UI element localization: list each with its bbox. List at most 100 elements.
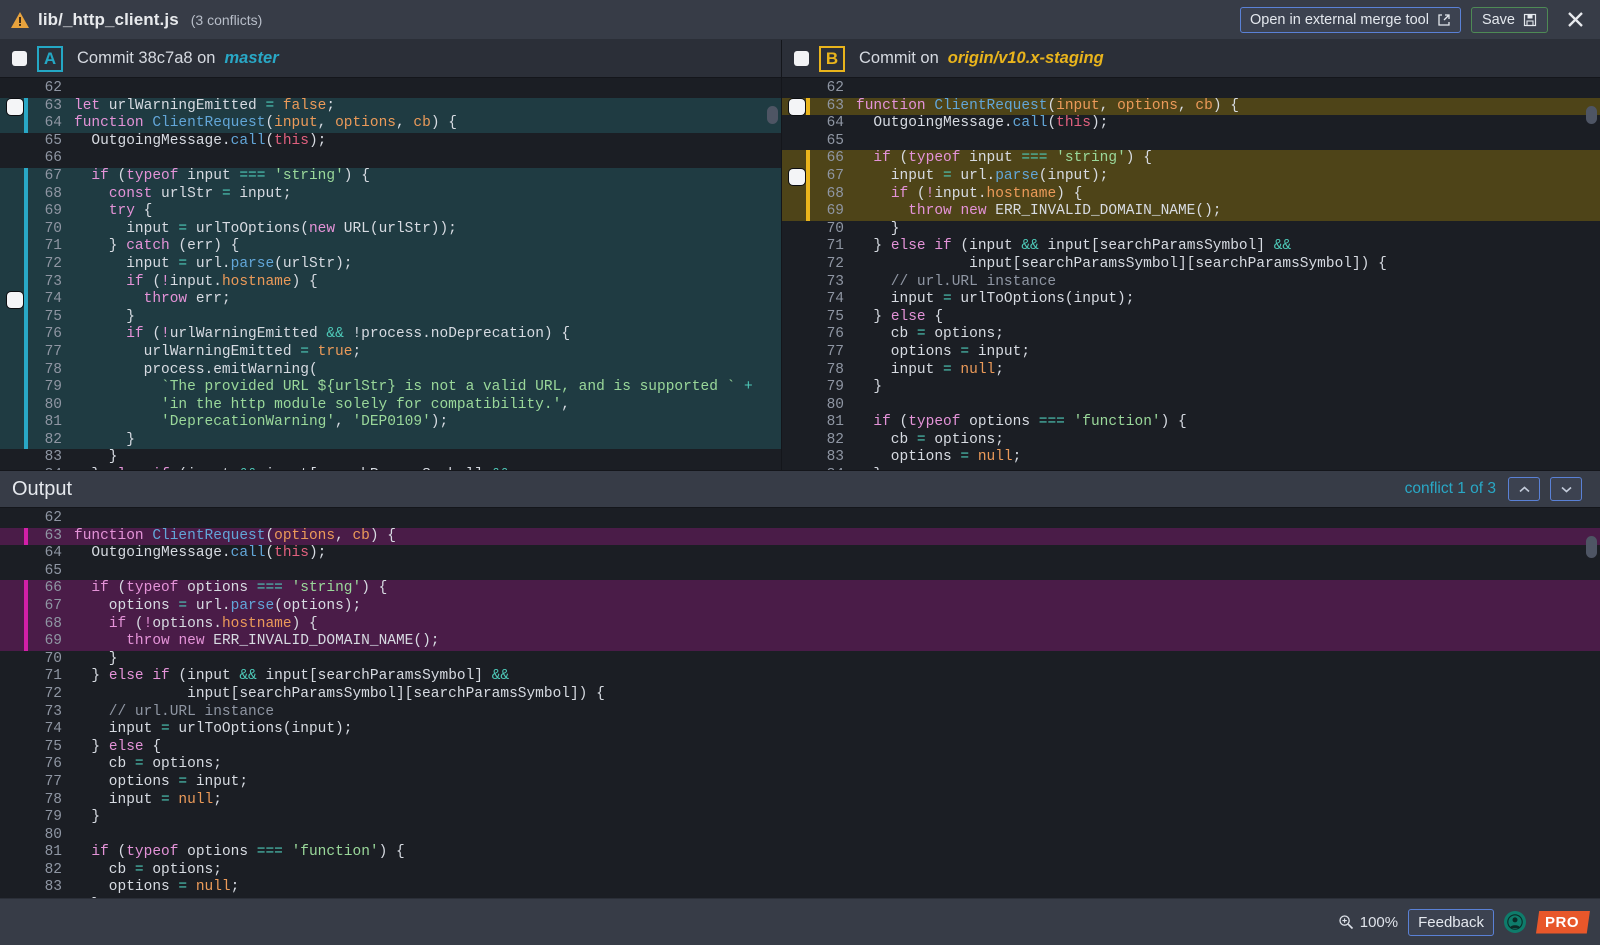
code-line: 78 input = null;: [782, 362, 1600, 380]
code-line: 73 // url.URL instance: [782, 274, 1600, 292]
code-text: const urlStr = input;: [72, 186, 292, 204]
pane-a-select-all-checkbox[interactable]: [12, 51, 27, 66]
external-link-icon: [1437, 13, 1451, 27]
output-vertical-scrollbar-thumb[interactable]: [1586, 536, 1597, 558]
code-line: 79 `The provided URL ${urlStr} is not a …: [0, 379, 781, 397]
feedback-button[interactable]: Feedback: [1408, 909, 1494, 936]
line-number: 70: [0, 651, 72, 669]
code-text: input[searchParamsSymbol][searchParamsSy…: [72, 686, 605, 704]
code-text: }: [854, 379, 882, 397]
code-text: 'DeprecationWarning', 'DEP0109');: [72, 414, 448, 432]
line-number: 83: [782, 449, 854, 467]
line-number: 78: [0, 792, 72, 810]
pane-b-vertical-scrollbar-thumb[interactable]: [1586, 106, 1597, 124]
pane-a-branch: master: [225, 49, 279, 68]
code-text: if (!options.hostname) {: [72, 616, 318, 634]
pane-a-header: A Commit 38c7a8 on master: [0, 40, 782, 78]
code-line: 68 const urlStr = input;: [0, 186, 781, 204]
pane-b-select-all-checkbox[interactable]: [794, 51, 809, 66]
conflict-marker: [806, 168, 810, 186]
code-line: 66: [0, 150, 781, 168]
code-text: }: [854, 221, 900, 239]
code-line: 70 }: [782, 221, 1600, 239]
line-number: 77: [0, 344, 72, 362]
code-line: 81 'DeprecationWarning', 'DEP0109');: [0, 414, 781, 432]
save-label: Save: [1482, 12, 1515, 28]
line-number: 67: [0, 598, 72, 616]
pane-b-code-view[interactable]: 6263function ClientRequest(input, option…: [782, 78, 1600, 470]
code-line: 83 options = null;: [0, 879, 1600, 897]
line-number: 66: [782, 150, 854, 168]
pane-b-conflict-checkbox[interactable]: [789, 99, 805, 115]
chevron-up-icon: [1518, 485, 1531, 494]
pane-a-conflict-checkbox[interactable]: [7, 292, 23, 308]
line-number: 64: [0, 545, 72, 563]
code-text: if (typeof options === 'function') {: [854, 414, 1187, 432]
code-text: input = null;: [72, 792, 222, 810]
close-icon: [1566, 10, 1585, 29]
line-number: 82: [782, 432, 854, 450]
open-in-external-merge-tool-button[interactable]: Open in external merge tool: [1240, 7, 1461, 33]
line-number: 65: [782, 133, 854, 151]
code-line: 71 } else if (input && input[searchParam…: [782, 238, 1600, 256]
line-number: 82: [0, 432, 72, 450]
code-text: [854, 397, 856, 415]
conflict-marker: [806, 98, 810, 116]
code-line: 63function ClientRequest(input, options,…: [782, 98, 1600, 116]
line-number: 78: [782, 362, 854, 380]
code-text: [72, 563, 74, 581]
conflict-marker: [806, 203, 810, 221]
conflict-marker: [24, 397, 28, 415]
close-button[interactable]: [1560, 5, 1590, 35]
line-number: 70: [0, 221, 72, 239]
line-number: 70: [782, 221, 854, 239]
pane-a-vertical-scrollbar-thumb[interactable]: [767, 106, 778, 124]
code-text: input[searchParamsSymbol][searchParamsSy…: [854, 256, 1387, 274]
code-text: input = urlToOptions(new URL(urlStr));: [72, 221, 457, 239]
file-name: lib/_http_client.js: [38, 10, 179, 30]
line-number: 71: [782, 238, 854, 256]
zoom-level-control[interactable]: 100%: [1338, 914, 1398, 931]
code-line: 78 input = null;: [0, 792, 1600, 810]
code-line: 76 if (!urlWarningEmitted && !process.no…: [0, 326, 781, 344]
line-number: 76: [0, 326, 72, 344]
account-avatar-icon[interactable]: [1504, 911, 1526, 933]
line-number: 83: [0, 449, 72, 467]
code-line: 80: [0, 827, 1600, 845]
code-text: if (!input.hostname) {: [854, 186, 1082, 204]
conflict-marker: [24, 203, 28, 221]
output-code-view[interactable]: 6263function ClientRequest(options, cb) …: [0, 508, 1600, 898]
code-line: 64 OutgoingMessage.call(this);: [0, 545, 1600, 563]
pane-a-conflict-checkbox[interactable]: [7, 99, 23, 115]
save-button[interactable]: Save: [1471, 7, 1548, 33]
code-line: 63function ClientRequest(options, cb) {: [0, 528, 1600, 546]
line-number: 75: [0, 309, 72, 327]
code-text: input = urlToOptions(input);: [72, 721, 352, 739]
code-text: options = null;: [72, 879, 239, 897]
code-line: 70 input = urlToOptions(new URL(urlStr))…: [0, 221, 781, 239]
conflict-marker: [24, 274, 28, 292]
line-number: 81: [782, 414, 854, 432]
previous-conflict-button[interactable]: [1508, 477, 1540, 501]
line-number: 73: [782, 274, 854, 292]
pane-a-code-view[interactable]: 6263let urlWarningEmitted = false;64func…: [0, 78, 782, 470]
code-text: OutgoingMessage.call(this);: [72, 545, 326, 563]
pro-badge[interactable]: PRO: [1536, 911, 1590, 934]
code-text: } else {: [854, 309, 943, 327]
pane-b-header: B Commit on origin/v10.x-staging: [782, 40, 1600, 78]
code-line: 65: [0, 563, 1600, 581]
code-line: 74 input = urlToOptions(input);: [782, 291, 1600, 309]
line-number: 79: [0, 809, 72, 827]
conflict-marker: [806, 150, 810, 168]
next-conflict-button[interactable]: [1550, 477, 1582, 501]
code-text: if (!urlWarningEmitted && !process.noDep…: [72, 326, 570, 344]
code-text: }: [72, 432, 135, 450]
line-number: 66: [0, 580, 72, 598]
conflict-marker: [24, 580, 28, 598]
pane-b-conflict-checkbox[interactable]: [789, 169, 805, 185]
conflict-marker: [24, 598, 28, 616]
code-text: process.emitWarning(: [72, 362, 318, 380]
line-number: 75: [782, 309, 854, 327]
zoom-level-label: 100%: [1360, 914, 1398, 931]
pane-b-branch: origin/v10.x-staging: [948, 49, 1104, 68]
